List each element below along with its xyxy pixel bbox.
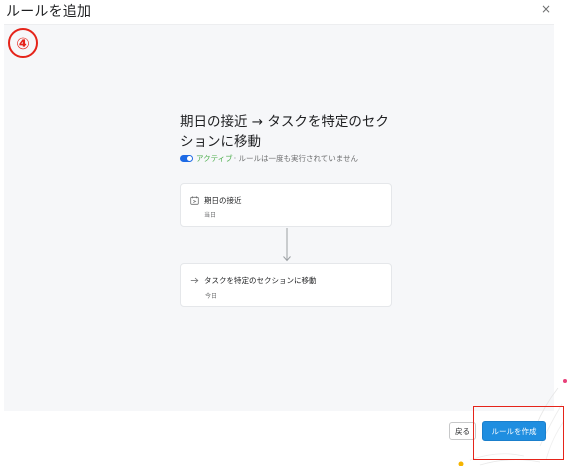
arrow-right-icon <box>190 276 199 285</box>
connector-arrow <box>283 228 291 262</box>
action-card[interactable]: タスクを特定のセクションに移動 今日 <box>180 263 392 307</box>
highlight-annotation-box <box>473 406 564 460</box>
step-number-annotation: ④ <box>8 28 38 58</box>
status-active-label: アクティブ <box>196 154 233 163</box>
calendar-icon <box>190 196 199 205</box>
rule-active-toggle[interactable] <box>180 155 193 162</box>
status-detail-label: · ルールは一度も実行されていません <box>233 154 359 163</box>
close-icon[interactable]: × <box>541 1 551 17</box>
action-sub-label: 今日 <box>205 293 218 300</box>
back-button[interactable]: 戻る <box>449 422 476 440</box>
trigger-label: 期日の接近 <box>204 196 242 205</box>
dialog-title: ルールを追加 <box>6 4 92 20</box>
rule-status: アクティブ · ルールは一度も実行されていません <box>180 153 358 164</box>
trigger-card[interactable]: 期日の接近 当日 <box>180 183 392 227</box>
rule-title: 期日の接近 → タスクを特定のセクションに移動 <box>180 114 389 150</box>
trigger-sub-label: 当日 <box>204 212 217 219</box>
action-label: タスクを特定のセクションに移動 <box>204 276 317 285</box>
